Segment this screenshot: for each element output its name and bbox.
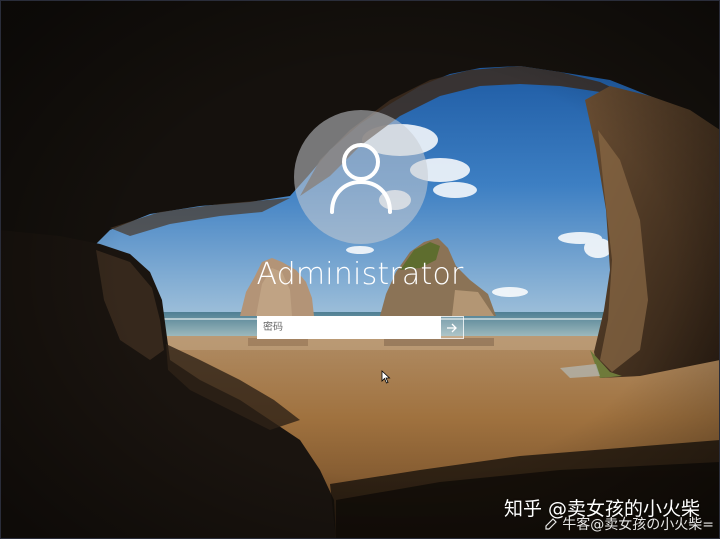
watermark-nowcoder: 牛客@卖女孩の小火柴= [544,514,714,534]
lock-screen: Administrator 知乎 @卖女孩的小火柴 牛客@卖女孩の小火柴= [0,0,720,539]
submit-button[interactable] [441,316,464,339]
user-avatar [294,110,428,244]
user-icon [330,143,392,214]
username-label: Administrator [256,257,464,292]
password-form [257,316,464,339]
mouse-cursor-icon [381,370,391,384]
watermark-nowcoder-text: 牛客@卖女孩の小火柴= [562,517,714,533]
password-input[interactable] [257,316,441,339]
arrow-right-icon [447,323,457,332]
edit-icon [545,518,558,530]
